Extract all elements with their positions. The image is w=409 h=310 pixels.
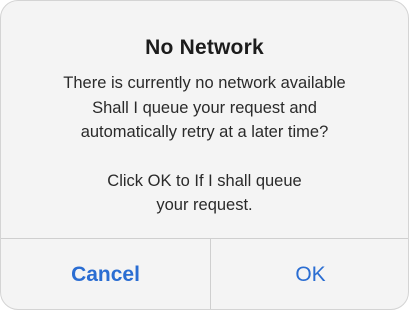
message-line: automatically retry at a later time? [80, 123, 329, 141]
alert-title: No Network [145, 36, 264, 59]
detail-line: your request. [156, 196, 253, 214]
cancel-button[interactable]: Cancel [1, 239, 210, 309]
detail-line: Click OK to If I shall queue [107, 171, 302, 190]
alert-message: There is currently no network available … [11, 71, 398, 218]
message-line: There is currently no network available [63, 74, 346, 92]
ok-button[interactable]: OK [211, 239, 408, 309]
alert-content: No Network There is currently no network… [1, 1, 408, 238]
message-line: Shall I queue your request and [92, 98, 317, 117]
message-spacer [11, 145, 398, 169]
network-alert-dialog: No Network There is currently no network… [0, 0, 409, 310]
